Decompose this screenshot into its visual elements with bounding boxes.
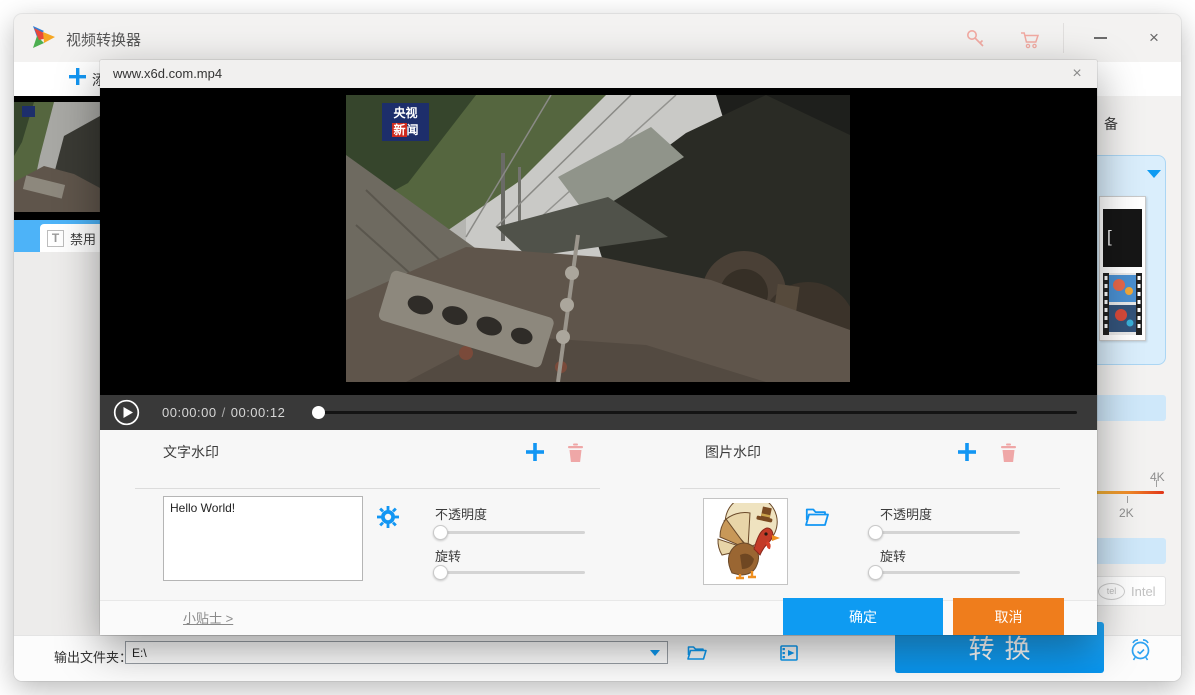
footer-bar: 输出文件夹： E:\ 转换 (14, 635, 1181, 681)
dialog-titlebar: www.x6d.com.mp4 × (100, 60, 1097, 88)
dialog-close-icon[interactable]: × (1065, 63, 1089, 85)
minimize-button[interactable] (1076, 22, 1124, 54)
text-opacity-slider-thumb[interactable] (433, 525, 448, 540)
format-dropdown-caret-icon[interactable] (1147, 170, 1161, 178)
image-opacity-slider-track[interactable] (872, 531, 1020, 534)
output-format-panel: [ (1090, 155, 1166, 365)
seek-slider-thumb[interactable] (312, 406, 325, 419)
image-watermark-title: 图片水印 (705, 442, 761, 462)
text-watermark-divider (135, 488, 600, 489)
add-image-watermark-icon[interactable] (957, 442, 977, 462)
left-content-area (14, 252, 100, 635)
add-text-watermark-icon[interactable] (525, 442, 545, 462)
text-rotate-slider-track[interactable] (437, 571, 585, 574)
titlebar-divider (1063, 23, 1064, 53)
disable-tab-label: 禁用 (70, 229, 96, 248)
badge-line2: 新闻 (382, 122, 429, 139)
output-folder-combobox[interactable]: E:\ (125, 641, 668, 664)
video-thumbnail[interactable] (14, 96, 100, 220)
cancel-button[interactable]: 取消 (953, 598, 1064, 635)
badge-char-rest: 闻 (407, 123, 419, 137)
app-titlebar: 视频转换器 × (14, 14, 1181, 62)
browse-image-folder-icon[interactable] (804, 506, 830, 528)
text-settings-gear-icon[interactable] (376, 505, 400, 529)
time-display: 00:00:00/00:00:12 (162, 405, 285, 420)
combobox-caret-icon[interactable] (650, 650, 660, 656)
image-opacity-slider-thumb[interactable] (868, 525, 883, 540)
seek-slider-track[interactable] (319, 411, 1077, 414)
text-opacity-slider-track[interactable] (437, 531, 585, 534)
register-key-icon[interactable] (964, 27, 988, 51)
text-watermark-title: 文字水印 (163, 442, 219, 462)
text-tool-icon: T (47, 230, 64, 247)
cctv-news-badge: 央视 新闻 (382, 103, 429, 141)
output-folder-path: E:\ (126, 646, 650, 660)
play-button[interactable] (113, 399, 140, 426)
open-folder-icon[interactable] (685, 641, 709, 665)
format-preview-card[interactable]: [ (1099, 196, 1146, 341)
badge-line1: 央视 (382, 105, 429, 122)
badge-char-red: 新 (392, 123, 406, 137)
resolution-gradient-slider[interactable] (1086, 491, 1164, 494)
image-watermark-divider (680, 488, 1060, 489)
minimize-icon (1094, 37, 1107, 39)
res-label-2k: 2K (1119, 506, 1134, 520)
time-total: 00:00:12 (231, 405, 286, 420)
shopping-cart-icon[interactable] (1018, 27, 1042, 51)
resolution-bar-top[interactable] (1090, 395, 1166, 421)
res-tick-upper (1156, 480, 1157, 487)
intel-logo-icon: tel (1098, 583, 1125, 600)
time-current: 00:00:00 (162, 405, 217, 420)
turkey-image (710, 503, 782, 581)
image-rotate-slider-thumb[interactable] (868, 565, 883, 580)
device-heading-partial: 备 (1104, 114, 1118, 134)
time-separator: / (217, 405, 231, 420)
text-rotate-slider-thumb[interactable] (433, 565, 448, 580)
close-button[interactable]: × (1130, 22, 1178, 54)
text-rotate-label: 旋转 (435, 546, 461, 565)
res-label-4k: 4K (1150, 470, 1165, 484)
watermark-image-preview (703, 498, 788, 585)
image-rotate-slider-track[interactable] (872, 571, 1020, 574)
delete-text-watermark-icon[interactable] (566, 442, 585, 463)
output-folder-label: 输出文件夹： (54, 647, 132, 666)
app-title: 视频转换器 (66, 29, 141, 50)
watermark-dialog: www.x6d.com.mp4 × (100, 60, 1097, 635)
format-screen-thumb: [ (1103, 209, 1142, 267)
res-tick-lower (1127, 496, 1128, 503)
tips-link[interactable]: 小贴士 > (183, 608, 233, 627)
image-rotate-label: 旋转 (880, 546, 906, 565)
video-canvas: 央视 新闻 (100, 88, 1097, 395)
resolution-bar-bottom[interactable] (1090, 538, 1166, 564)
app-logo-icon (30, 24, 57, 51)
filmstrip-thumb (1103, 273, 1142, 335)
delete-image-watermark-icon[interactable] (999, 442, 1018, 463)
image-opacity-label: 不透明度 (880, 504, 932, 523)
add-file-plus-icon[interactable] (68, 67, 87, 86)
intel-label: Intel (1131, 584, 1156, 599)
text-opacity-label: 不透明度 (435, 504, 487, 523)
player-bar: 00:00:00/00:00:12 (100, 395, 1097, 430)
schedule-alarm-icon[interactable] (1127, 636, 1154, 663)
watermark-text-input[interactable]: Hello World! (163, 496, 363, 581)
ok-button[interactable]: 确定 (783, 598, 943, 635)
app-window: 视频转换器 × 添 T (14, 14, 1181, 681)
dialog-bottom-strip (100, 601, 1097, 635)
intel-accel-button[interactable]: tel Intel (1092, 576, 1166, 606)
watermark-type-bar: T 禁用 (14, 220, 100, 252)
dialog-title: www.x6d.com.mp4 (113, 66, 222, 81)
open-output-media-icon[interactable] (777, 641, 801, 665)
